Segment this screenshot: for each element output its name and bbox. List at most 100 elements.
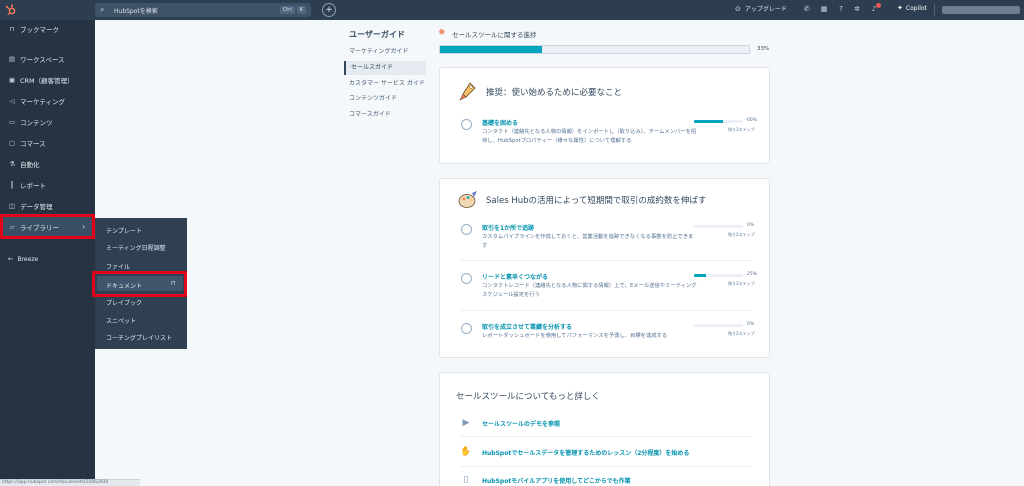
guide-item-sales[interactable]: セールスガイド: [344, 61, 426, 75]
hubspot-logo-icon[interactable]: [0, 0, 22, 20]
sidebar-item-label: CRM（顧客管理）: [20, 77, 74, 85]
task-checkbox[interactable]: [461, 273, 472, 284]
task-checkbox[interactable]: [461, 119, 472, 130]
learn-link-label[interactable]: HubSpotでセールスデータを管理するためのレッスン（2分程度）を始める: [482, 448, 689, 457]
progress-bar-fill: [440, 46, 542, 53]
task-title[interactable]: 取引を1か所で追跡: [482, 223, 534, 232]
sidebar-item-workspace[interactable]: ▤ ワークスペース: [0, 49, 95, 69]
copilot-label: Copilot: [905, 4, 927, 12]
commerce-icon: ▢: [8, 139, 16, 147]
task-percent: 0%: [747, 223, 755, 228]
card-learn-more: セールスツールについてもっと詳しく ▶ セールスツールのデモを参照 ✋ HubS…: [439, 372, 770, 486]
sidebar-item-marketing[interactable]: ◁ マーケティング: [0, 91, 95, 111]
sidebar-item-bookmarks[interactable]: ⊓ ブックマーク: [0, 19, 95, 39]
guide-item-customer-service[interactable]: カスタマー サービス ガイド: [344, 77, 426, 91]
crm-icon: ▣: [8, 76, 16, 84]
progress-star-icon: ✹: [438, 28, 446, 38]
learn-link-demo[interactable]: ▶ セールスツールのデモを参照: [440, 412, 771, 434]
highlight-box-library: [0, 214, 95, 239]
notification-badge: [876, 3, 881, 8]
upgrade-button[interactable]: ⊙ アップグレード: [735, 4, 787, 14]
shortcut-key: K: [296, 6, 306, 14]
sidebar-item-crm[interactable]: ▣ CRM（顧客管理）: [0, 70, 95, 90]
task-caption: 残り2ステップ: [728, 232, 755, 237]
task-description: レポートダッシュボードを使用してパフォーマンスを予測し、目標を達成する: [482, 333, 668, 339]
submenu-item-templates[interactable]: テンプレート: [106, 226, 142, 235]
topbar-divider: [934, 4, 935, 16]
sidebar-item-label: ワークスペース: [20, 56, 65, 64]
task-title[interactable]: 基礎を固める: [482, 118, 518, 127]
learn-link-lesson[interactable]: ✋ HubSpotでセールスデータを管理するためのレッスン（2分程度）を始める: [440, 441, 771, 463]
shortcut-ctrl: Ctrl: [279, 6, 295, 14]
handshake-icon: ✋: [460, 447, 472, 457]
upgrade-label: アップグレード: [744, 6, 787, 13]
mobile-icon: ▯: [463, 475, 469, 485]
submenu-item-meetings[interactable]: ミーティング日程調整: [106, 243, 166, 252]
card-sales-hub: Sales Hubの活用によって短期間で取引の成約数を伸ばす 取引を1か所で追跡…: [439, 178, 770, 358]
learn-link-mobile[interactable]: ▯ HubSpotモバイルアプリを使用してどこからでも作業: [440, 469, 771, 486]
task-progress-fill: [694, 120, 724, 123]
progress-title: セールスツールに関する進捗: [452, 31, 537, 39]
task-description: コンタクトレコード（連絡先となる人物に関する情報）上で、Eメール送信やミーティン…: [482, 283, 697, 298]
task-caption: 残り3ステップ: [728, 281, 755, 286]
sidebar-item-automation[interactable]: ⚗ 自動化: [0, 154, 95, 174]
copilot-button[interactable]: ✦ Copilot: [897, 4, 927, 12]
task-progress-bar: [694, 324, 743, 327]
learn-link-label[interactable]: HubSpotモバイルアプリを使用してどこからでも作業: [482, 476, 631, 485]
automation-icon: ⚗: [9, 160, 15, 168]
progress-bar: [439, 45, 750, 54]
card-title: 推奨：使い始めるために必要なこと: [486, 88, 623, 98]
global-search-bar[interactable]: ⌕ HubSpotを検索 Ctrl K: [95, 3, 311, 17]
learn-link-label[interactable]: セールスツールのデモを参照: [482, 419, 560, 428]
guide-item-commerce[interactable]: コマースガイド: [344, 108, 426, 122]
data-icon: ◫: [8, 202, 16, 210]
palette-illustration-icon: [458, 191, 477, 208]
breeze-label: Breeze: [17, 255, 39, 263]
sidebar-item-label: データ管理: [20, 203, 53, 211]
sidebar-item-reports[interactable]: ┃ レポート: [0, 175, 95, 195]
task-divider: [460, 310, 752, 311]
sparkle-icon: ✦: [897, 4, 903, 12]
sidebar-item-content[interactable]: ▭ コンテンツ: [0, 112, 95, 132]
task-checkbox[interactable]: [461, 323, 472, 334]
task-percent: 25%: [747, 272, 758, 277]
guide-item-content[interactable]: コンテンツガイド: [344, 92, 426, 106]
submenu-item-files[interactable]: ファイル: [106, 262, 130, 271]
progress-percent: 33%: [757, 46, 770, 52]
card-recommended: 推奨：使い始めるために必要なこと 基礎を固める コンタクト（連絡先となる人物の情…: [439, 67, 770, 164]
sidebar-item-label: コマース: [20, 140, 46, 148]
sidebar-item-data-management[interactable]: ◫ データ管理: [0, 196, 95, 216]
task-description: カスタムパイプラインを作成しておくと、営業活動を追跡できなくなる事態を防止できま…: [482, 234, 694, 249]
task-title[interactable]: リードと素早くつながる: [482, 272, 548, 281]
submenu-item-playbooks[interactable]: プレイブック: [106, 298, 142, 307]
task-title[interactable]: 取引を成立させて業績を分析する: [482, 322, 572, 331]
marketing-icon: ◁: [9, 97, 15, 105]
task-progress-bar: [694, 225, 743, 228]
task-divider: [460, 260, 752, 261]
upgrade-icon: ⊙: [735, 4, 741, 13]
task-checkbox[interactable]: [461, 224, 472, 235]
account-menu-blurred[interactable]: [942, 6, 1020, 14]
task-percent: 0%: [747, 322, 755, 327]
sidebar-item-label: レポート: [20, 182, 46, 190]
bookmark-icon: ⊓: [9, 25, 15, 33]
help-icon[interactable]: ?: [837, 5, 845, 14]
phone-icon[interactable]: ✆: [803, 5, 811, 14]
card-title: Sales Hubの活用によって短期間で取引の成約数を伸ばす: [486, 196, 707, 206]
submenu-item-snippets[interactable]: スニペット: [106, 316, 136, 325]
sidebar-item-commerce[interactable]: ▢ コマース: [0, 133, 95, 153]
rocket-illustration-icon: [459, 82, 476, 101]
create-new-button[interactable]: +: [322, 3, 336, 17]
submenu-item-coaching-playlists[interactable]: コーチングプレイリスト: [106, 333, 172, 342]
marketplace-icon[interactable]: ▦: [820, 5, 828, 14]
report-icon: ┃: [10, 181, 14, 189]
guide-item-marketing[interactable]: マーケティングガイド: [344, 45, 426, 59]
video-icon: ▶: [462, 418, 470, 428]
sidebar-item-label: 自動化: [20, 161, 40, 169]
settings-gear-icon[interactable]: ✲: [853, 5, 861, 14]
sidebar-item-breeze[interactable]: ← Breeze: [0, 253, 38, 265]
status-url-bar: https://app.hubspot.com/documents/244629…: [0, 479, 140, 486]
task-caption: 残り3ステップ: [728, 127, 755, 132]
task-percent: 60%: [747, 118, 758, 123]
sidebar-item-label: マーケティング: [20, 98, 65, 106]
